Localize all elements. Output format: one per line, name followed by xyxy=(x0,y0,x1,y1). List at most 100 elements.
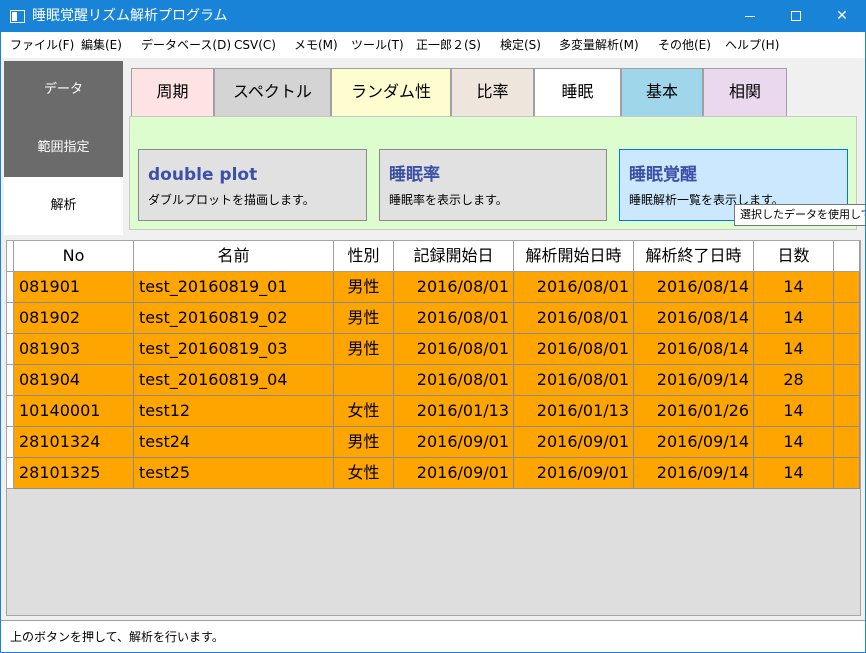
cell-gender[interactable] xyxy=(334,365,394,396)
menu-file[interactable]: ファイル(F) xyxy=(10,38,74,52)
menu-edit[interactable]: 編集(E) xyxy=(81,38,122,52)
tab-spectrum[interactable]: スペクトル xyxy=(214,68,331,116)
menu-multivariate[interactable]: 多変量解析(M) xyxy=(559,38,639,52)
cell-filler xyxy=(834,396,860,427)
maximize-icon xyxy=(791,11,801,21)
row-header[interactable] xyxy=(7,458,14,489)
cell-analysis-start[interactable]: 2016/09/01 xyxy=(514,427,634,458)
column-header-days[interactable]: 日数 xyxy=(754,241,834,272)
row-header[interactable] xyxy=(7,303,14,334)
cell-name[interactable]: test_20160819_03 xyxy=(134,334,334,365)
row-header[interactable] xyxy=(7,272,14,303)
cell-name[interactable]: test24 xyxy=(134,427,334,458)
cell-record-start[interactable]: 2016/08/01 xyxy=(394,334,514,365)
column-header-name[interactable]: 名前 xyxy=(134,241,334,272)
cell-no[interactable]: 10140001 xyxy=(14,396,134,427)
status-text: 上のボタンを押して、解析を行います。 xyxy=(10,630,224,644)
cell-analysis-end[interactable]: 2016/08/14 xyxy=(634,303,754,334)
row-header[interactable] xyxy=(7,334,14,365)
button-description: 睡眠率を表示します。 xyxy=(389,193,508,207)
cell-days[interactable]: 28 xyxy=(754,365,834,396)
cell-analysis-start[interactable]: 2016/08/01 xyxy=(514,272,634,303)
cell-gender[interactable]: 女性 xyxy=(334,396,394,427)
cell-analysis-end[interactable]: 2016/09/14 xyxy=(634,427,754,458)
cell-analysis-end[interactable]: 2016/01/26 xyxy=(634,396,754,427)
cell-no[interactable]: 081903 xyxy=(14,334,134,365)
cell-gender[interactable]: 男性 xyxy=(334,334,394,365)
sleep-rate-button[interactable]: 睡眠率 睡眠率を表示します。 xyxy=(379,149,607,221)
tab-correlation[interactable]: 相関 xyxy=(703,68,787,116)
menu-help[interactable]: ヘルプ(H) xyxy=(725,38,779,52)
button-title: 睡眠率 xyxy=(389,165,440,185)
row-header[interactable] xyxy=(7,427,14,458)
cell-name[interactable]: test25 xyxy=(134,458,334,489)
cell-analysis-end[interactable]: 2016/09/14 xyxy=(634,365,754,396)
cell-record-start[interactable]: 2016/01/13 xyxy=(394,396,514,427)
menu-seiichiro[interactable]: 正一郎２(S) xyxy=(416,38,481,52)
row-header[interactable] xyxy=(7,396,14,427)
menu-database[interactable]: データベース(D) xyxy=(141,38,231,52)
cell-analysis-end[interactable]: 2016/09/14 xyxy=(634,458,754,489)
cell-days[interactable]: 14 xyxy=(754,303,834,334)
cell-name[interactable]: test12 xyxy=(134,396,334,427)
tab-cycle[interactable]: 周期 xyxy=(131,68,214,116)
menu-memo[interactable]: メモ(M) xyxy=(294,38,338,52)
cell-no[interactable]: 28101324 xyxy=(14,427,134,458)
cell-days[interactable]: 14 xyxy=(754,272,834,303)
tab-randomness[interactable]: ランダム性 xyxy=(331,68,451,116)
column-header-gender[interactable]: 性別 xyxy=(334,241,394,272)
cell-gender[interactable]: 男性 xyxy=(334,303,394,334)
cell-analysis-start[interactable]: 2016/01/13 xyxy=(514,396,634,427)
cell-days[interactable]: 14 xyxy=(754,427,834,458)
menu-csv[interactable]: CSV(C) xyxy=(234,38,276,52)
cell-no[interactable]: 081901 xyxy=(14,272,134,303)
close-button[interactable]: ✕ xyxy=(819,1,865,32)
cell-analysis-start[interactable]: 2016/09/01 xyxy=(514,458,634,489)
cell-name[interactable]: test_20160819_01 xyxy=(134,272,334,303)
cell-record-start[interactable]: 2016/08/01 xyxy=(394,272,514,303)
double-plot-button[interactable]: double plot ダブルプロットを描画します。 xyxy=(138,149,367,221)
cell-record-start[interactable]: 2016/08/01 xyxy=(394,365,514,396)
cell-no[interactable]: 081904 xyxy=(14,365,134,396)
row-header[interactable] xyxy=(7,365,14,396)
cell-analysis-start[interactable]: 2016/08/01 xyxy=(514,303,634,334)
cell-record-start[interactable]: 2016/08/01 xyxy=(394,303,514,334)
column-header-record-start[interactable]: 記録開始日 xyxy=(394,241,514,272)
nav-range[interactable]: 範囲指定 xyxy=(4,119,123,177)
cell-filler xyxy=(834,303,860,334)
cell-gender[interactable]: 女性 xyxy=(334,458,394,489)
cell-analysis-end[interactable]: 2016/08/14 xyxy=(634,334,754,365)
cell-no[interactable]: 081902 xyxy=(14,303,134,334)
button-description: ダブルプロットを描画します。 xyxy=(148,193,315,207)
cell-days[interactable]: 14 xyxy=(754,396,834,427)
maximize-button[interactable] xyxy=(773,1,819,32)
cell-name[interactable]: test_20160819_04 xyxy=(134,365,334,396)
tab-sleep[interactable]: 睡眠 xyxy=(534,68,621,116)
tab-ratio[interactable]: 比率 xyxy=(451,68,534,116)
title-bar[interactable]: 睡眠覚醒リズム解析プログラム ✕ xyxy=(1,1,865,32)
app-icon xyxy=(10,10,25,23)
cell-no[interactable]: 28101325 xyxy=(14,458,134,489)
minimize-button[interactable] xyxy=(727,1,773,32)
cell-filler xyxy=(834,458,860,489)
cell-analysis-start[interactable]: 2016/08/01 xyxy=(514,334,634,365)
cell-days[interactable]: 14 xyxy=(754,458,834,489)
cell-name[interactable]: test_20160819_02 xyxy=(134,303,334,334)
column-header-analysis-end[interactable]: 解析終了日時 xyxy=(634,241,754,272)
tab-basic[interactable]: 基本 xyxy=(621,68,703,116)
cell-days[interactable]: 14 xyxy=(754,334,834,365)
menu-test[interactable]: 検定(S) xyxy=(500,38,541,52)
nav-analysis[interactable]: 解析 xyxy=(4,177,123,235)
column-header-no[interactable]: No xyxy=(14,241,134,272)
cell-gender[interactable]: 男性 xyxy=(334,272,394,303)
cell-gender[interactable]: 男性 xyxy=(334,427,394,458)
menu-other[interactable]: その他(E) xyxy=(658,38,711,52)
cell-analysis-end[interactable]: 2016/08/14 xyxy=(634,272,754,303)
data-grid[interactable]: No 名前 性別 記録開始日 解析開始日時 解析終了日時 日数 081901 t… xyxy=(6,240,861,616)
cell-record-start[interactable]: 2016/09/01 xyxy=(394,458,514,489)
menu-tools[interactable]: ツール(T) xyxy=(351,38,404,52)
nav-data[interactable]: データ xyxy=(4,61,123,119)
cell-record-start[interactable]: 2016/09/01 xyxy=(394,427,514,458)
cell-analysis-start[interactable]: 2016/08/01 xyxy=(514,365,634,396)
column-header-analysis-start[interactable]: 解析開始日時 xyxy=(514,241,634,272)
